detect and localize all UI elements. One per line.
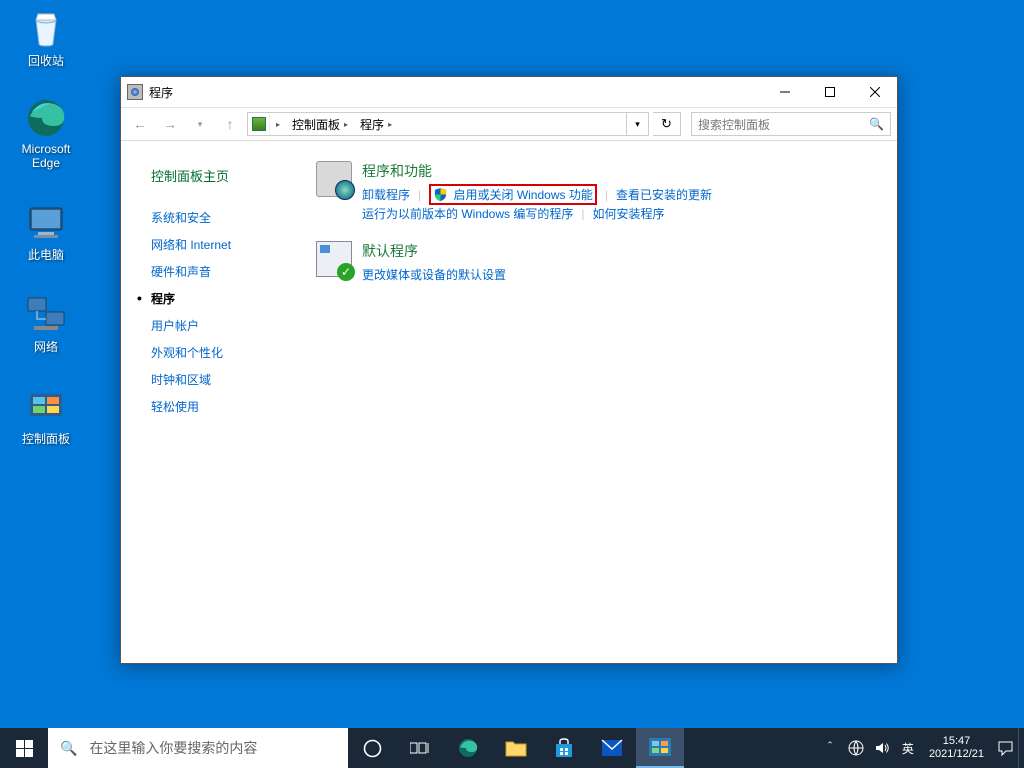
- window-title: 程序: [149, 84, 173, 101]
- link-compatibility[interactable]: 运行为以前版本的 Windows 编写的程序: [362, 204, 573, 223]
- link-media-defaults[interactable]: 更改媒体或设备的默认设置: [362, 265, 506, 284]
- link-windows-features[interactable]: 启用或关闭 Windows 功能: [429, 184, 597, 205]
- sidebar-home[interactable]: 控制面板主页: [121, 161, 316, 190]
- sidebar-item-appearance[interactable]: 外观和个性化: [121, 339, 316, 366]
- sidebar: 控制面板主页 系统和安全 网络和 Internet 硬件和声音 程序 用户帐户 …: [121, 141, 316, 663]
- default-programs-icon: [316, 241, 352, 277]
- link-view-updates[interactable]: 查看已安装的更新: [616, 185, 712, 204]
- tray-volume-icon[interactable]: [869, 728, 895, 768]
- desktop-icon-network[interactable]: 网络: [8, 292, 84, 355]
- navigation-bar: ← → ▾ ↑ ▸ 控制面板▸ 程序▸ ▾ ↻ 搜索控制面板 🔍: [121, 107, 897, 141]
- control-panel-crumb-icon: [248, 113, 270, 135]
- desktop-icon-label: 控制面板: [8, 430, 84, 447]
- network-icon: [24, 292, 68, 336]
- sidebar-item-ease-of-access[interactable]: 轻松使用: [121, 393, 316, 420]
- tray-time: 15:47: [929, 735, 984, 748]
- back-button[interactable]: ←: [127, 111, 153, 137]
- taskbar-app-edge[interactable]: [444, 728, 492, 768]
- section-programs-features: 程序和功能 卸载程序 | 启用或关闭 Windows 功能 | 查看已安装的更新…: [316, 161, 877, 223]
- show-desktop-button[interactable]: [1018, 728, 1024, 768]
- forward-button[interactable]: →: [157, 111, 183, 137]
- taskbar: 🔍 在这里输入你要搜索的内容 ＾ 英 15:47 2021/12/21: [0, 728, 1024, 768]
- taskbar-search-placeholder: 在这里输入你要搜索的内容: [89, 738, 257, 758]
- breadcrumb-caret[interactable]: ▸: [270, 120, 286, 129]
- sidebar-item-hardware-sound[interactable]: 硬件和声音: [121, 258, 316, 285]
- search-icon: 🔍: [60, 740, 77, 757]
- control-panel-icon: [24, 384, 68, 428]
- address-bar[interactable]: ▸ 控制面板▸ 程序▸ ▾: [247, 112, 649, 136]
- minimize-button[interactable]: [762, 77, 807, 107]
- control-panel-window: 程序 ← → ▾ ↑ ▸ 控制面板▸ 程序▸ ▾ ↻ 搜索控制面板 🔍 控制面板…: [120, 76, 898, 664]
- desktop-icon-label: 回收站: [8, 52, 84, 69]
- taskbar-app-control-panel[interactable]: [636, 728, 684, 768]
- taskbar-app-store[interactable]: [540, 728, 588, 768]
- desktop-icon-recycle-bin[interactable]: 回收站: [8, 6, 84, 69]
- windows-logo-icon: [16, 740, 33, 757]
- close-button[interactable]: [852, 77, 897, 107]
- sidebar-item-network[interactable]: 网络和 Internet: [121, 231, 316, 258]
- edge-icon: [24, 96, 68, 140]
- section-heading-default[interactable]: 默认程序: [362, 241, 506, 261]
- start-button[interactable]: [0, 728, 48, 768]
- tray-network-icon[interactable]: [843, 728, 869, 768]
- refresh-button[interactable]: ↻: [653, 112, 681, 136]
- link-how-to-install[interactable]: 如何安装程序: [592, 204, 664, 223]
- tray-date: 2021/12/21: [929, 748, 984, 761]
- desktop-icon-control-panel[interactable]: 控制面板: [8, 384, 84, 447]
- tray-ime[interactable]: 英: [895, 728, 921, 768]
- search-placeholder: 搜索控制面板: [698, 116, 770, 133]
- section-default-programs: 默认程序 更改媒体或设备的默认设置: [316, 241, 877, 284]
- sidebar-item-programs[interactable]: 程序: [121, 285, 316, 312]
- programs-features-icon: [316, 161, 352, 197]
- content-pane: 程序和功能 卸载程序 | 启用或关闭 Windows 功能 | 查看已安装的更新…: [316, 141, 897, 663]
- sidebar-item-clock-region[interactable]: 时钟和区域: [121, 366, 316, 393]
- section-heading-programs[interactable]: 程序和功能: [362, 161, 712, 181]
- recent-dropdown[interactable]: ▾: [187, 111, 213, 137]
- search-input[interactable]: 搜索控制面板 🔍: [691, 112, 891, 136]
- up-button[interactable]: ↑: [217, 111, 243, 137]
- computer-icon: [24, 200, 68, 244]
- taskbar-search[interactable]: 🔍 在这里输入你要搜索的内容: [48, 728, 348, 768]
- address-dropdown[interactable]: ▾: [626, 113, 648, 135]
- recycle-bin-icon: [24, 6, 68, 50]
- titlebar[interactable]: 程序: [121, 77, 897, 107]
- link-uninstall-program[interactable]: 卸载程序: [362, 185, 410, 204]
- desktop-icon-label: Microsoft Edge: [8, 142, 84, 170]
- uac-shield-icon: [433, 187, 448, 202]
- maximize-button[interactable]: [807, 77, 852, 107]
- breadcrumb-item[interactable]: 控制面板▸: [286, 116, 354, 133]
- desktop-icon-label: 此电脑: [8, 246, 84, 263]
- window-app-icon: [127, 84, 143, 100]
- tray-overflow[interactable]: ＾: [817, 728, 843, 768]
- breadcrumb-item[interactable]: 程序▸: [354, 116, 398, 133]
- tray-clock[interactable]: 15:47 2021/12/21: [921, 735, 992, 761]
- taskbar-taskview[interactable]: [396, 728, 444, 768]
- tray-action-center[interactable]: [992, 728, 1018, 768]
- taskbar-app-explorer[interactable]: [492, 728, 540, 768]
- taskbar-app-mail[interactable]: [588, 728, 636, 768]
- search-icon: 🔍: [869, 117, 884, 131]
- desktop-icon-label: 网络: [8, 338, 84, 355]
- desktop-icon-this-pc[interactable]: 此电脑: [8, 200, 84, 263]
- system-tray: ＾ 英 15:47 2021/12/21: [817, 728, 1024, 768]
- sidebar-item-user-accounts[interactable]: 用户帐户: [121, 312, 316, 339]
- taskbar-cortana[interactable]: [348, 728, 396, 768]
- sidebar-item-system-security[interactable]: 系统和安全: [121, 204, 316, 231]
- desktop-icon-edge[interactable]: Microsoft Edge: [8, 96, 84, 170]
